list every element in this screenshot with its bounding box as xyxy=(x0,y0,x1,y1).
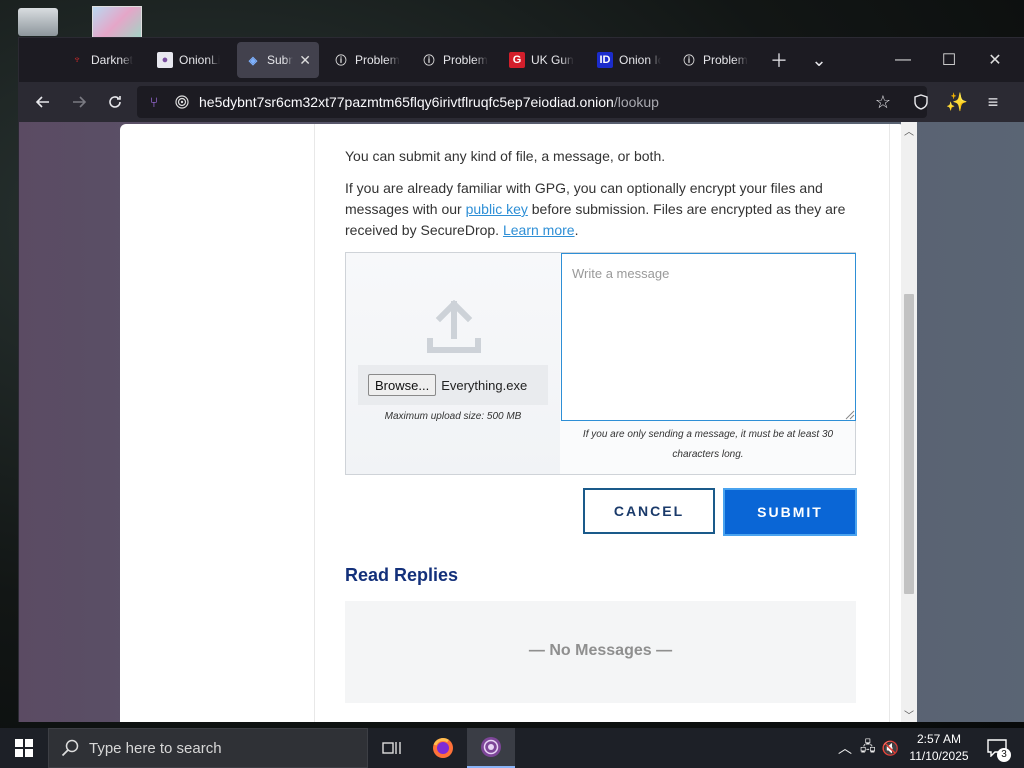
network-icon[interactable]: 🖧 xyxy=(860,736,876,760)
public-key-link[interactable]: public key xyxy=(466,201,528,217)
tor-browser-icon[interactable] xyxy=(467,728,515,768)
submission-modal: You can submit any kind of file, a messa… xyxy=(120,124,905,722)
tab-title: OnionLi xyxy=(179,53,221,67)
notifications-icon[interactable]: 3 xyxy=(982,728,1012,768)
tab-title: Problem xyxy=(703,53,748,67)
browser-tab[interactable]: G UK Gun xyxy=(501,42,585,78)
maximize-icon[interactable]: ☐ xyxy=(927,44,971,76)
taskbar-clock[interactable]: 2:57 AM 11/10/2025 xyxy=(904,731,974,765)
info-icon: ⓘ xyxy=(683,55,695,67)
tab-title: Onion Ic xyxy=(619,53,661,67)
browser-window: ♆ Darknet ● OnionLi ◈ Subm ✕ ⓘ Problem ⓘ Problem GU… xyxy=(18,37,1024,722)
page-scrollbar[interactable]: ︿ ﹀ xyxy=(901,122,917,722)
modal-right-divider xyxy=(889,124,890,722)
tab-title: UK Gun xyxy=(531,53,574,67)
url-path: /lookup xyxy=(613,94,659,110)
max-upload-size-note: Maximum upload size: 500 MB xyxy=(384,411,522,422)
browser-tab[interactable]: ♆ Darknet xyxy=(61,42,145,78)
file-input-row: Browse... Everything.exe xyxy=(358,365,548,405)
selected-file-name: Everything.exe xyxy=(441,377,528,393)
close-window-icon[interactable]: ✕ xyxy=(973,44,1017,76)
list-tabs-chevron-icon[interactable]: ⌄ xyxy=(805,46,833,74)
browser-tab[interactable]: ⓘ Problem xyxy=(673,42,757,78)
onionlinks-icon: ● xyxy=(157,52,173,68)
cancel-button[interactable]: CANCEL xyxy=(583,488,715,534)
scroll-down-icon[interactable]: ﹀ xyxy=(901,707,917,722)
url-text: he5dybnt7sr6cm32xt77pazmtm65flqy6irivtfl… xyxy=(199,94,659,110)
hamburger-menu-icon[interactable]: ≡ xyxy=(979,88,1007,116)
modal-left-divider xyxy=(314,124,315,722)
submit-button[interactable]: SUBMIT xyxy=(723,488,857,536)
tab-title: Problem xyxy=(355,53,400,67)
system-tray: ︿ 🖧 🔇 xyxy=(838,728,899,768)
firefox-icon[interactable] xyxy=(419,728,467,768)
upload-arrow-icon xyxy=(426,299,482,354)
forward-arrow-icon[interactable] xyxy=(65,88,93,116)
browser-tab[interactable]: ID Onion Ic xyxy=(589,42,669,78)
volume-muted-icon[interactable]: 🔇 xyxy=(882,740,899,757)
scroll-up-icon[interactable]: ︿ xyxy=(901,123,917,138)
browse-button[interactable]: Browse... xyxy=(368,374,437,396)
tab-title: Subm xyxy=(267,53,293,67)
intro-text: You can submit any kind of file, a messa… xyxy=(345,148,666,164)
navigation-toolbar: ⑂ he5dybnt7sr6cm32xt77pazmtm65flqy6irivt… xyxy=(19,82,1024,122)
url-host: he5dybnt7sr6cm32xt77pazmtm65flqy6irivtfl… xyxy=(199,94,614,110)
shield-icon[interactable] xyxy=(907,88,935,116)
tray-chevron-up-icon[interactable]: ︿ xyxy=(838,738,852,758)
reload-icon[interactable] xyxy=(101,88,129,116)
info-icon: ⓘ xyxy=(423,55,435,67)
windows-start-icon[interactable] xyxy=(0,728,48,768)
windows-taskbar: Type here to search ︿ 🖧 🔇 2:57 AM 11/10/… xyxy=(0,728,1024,768)
read-replies-heading: Read Replies xyxy=(345,565,459,585)
new-identity-broom-icon[interactable]: ✨ xyxy=(943,88,971,116)
scroll-thumb[interactable] xyxy=(904,294,914,594)
browser-tab[interactable]: ⓘ Problem xyxy=(413,42,497,78)
minimize-icon[interactable]: — xyxy=(881,44,925,76)
back-arrow-icon[interactable] xyxy=(29,88,57,116)
search-placeholder: Type here to search xyxy=(89,739,222,757)
darknet-icon: ♆ xyxy=(72,54,82,66)
upload-form-box: Browse... Everything.exe Maximum upload … xyxy=(345,252,856,475)
clock-time: 2:57 AM xyxy=(916,732,962,746)
message-textarea[interactable] xyxy=(561,253,856,421)
replies-panel: — No Messages — xyxy=(345,601,856,703)
gpg-text-3: . xyxy=(574,222,579,238)
tor-circuit-icon[interactable]: ⑂ xyxy=(145,93,163,111)
clock-date: 11/10/2025 xyxy=(909,749,969,763)
browser-tab[interactable]: ◈ Subm ✕ xyxy=(237,42,319,78)
browser-tab[interactable]: ⓘ Problem xyxy=(325,42,409,78)
info-icon: ⓘ xyxy=(335,55,347,67)
file-upload-panel: Browse... Everything.exe Maximum upload … xyxy=(346,253,560,474)
taskbar-search-box[interactable]: Type here to search xyxy=(48,728,368,768)
securedrop-icon: ◈ xyxy=(248,54,258,67)
bookmark-star-icon[interactable]: ☆ xyxy=(869,88,897,116)
tab-strip: ♆ Darknet ● OnionLi ◈ Subm ✕ ⓘ Problem ⓘ Problem GU… xyxy=(19,38,1024,82)
tab-title: Darknet xyxy=(91,53,134,67)
resize-grip-icon[interactable] xyxy=(843,407,855,420)
id-icon: ID xyxy=(597,52,613,68)
new-tab-icon[interactable]: ＋ xyxy=(765,46,793,74)
learn-more-link[interactable]: Learn more xyxy=(503,222,575,238)
search-icon xyxy=(61,739,79,757)
close-tab-icon[interactable]: ✕ xyxy=(299,52,311,69)
gpg-paragraph: If you are already familiar with GPG, yo… xyxy=(345,178,865,241)
recycle-bin-icon[interactable] xyxy=(18,8,58,36)
address-bar[interactable]: ⑂ he5dybnt7sr6cm32xt77pazmtm65flqy6irivt… xyxy=(137,86,927,118)
no-messages-text: — No Messages — xyxy=(528,642,673,659)
message-length-note: If you are only sending a message, it mu… xyxy=(582,429,834,460)
notification-count-badge: 3 xyxy=(997,748,1011,762)
onion-fingerprint-icon[interactable] xyxy=(173,93,191,111)
g-icon: G xyxy=(509,52,525,68)
desktop-image-icon[interactable] xyxy=(92,6,142,40)
tab-title: Problem xyxy=(443,53,488,67)
browser-tab[interactable]: ● OnionLi xyxy=(149,42,233,78)
task-view-icon[interactable] xyxy=(368,728,416,768)
page-viewport: You can submit any kind of file, a messa… xyxy=(19,122,1024,722)
